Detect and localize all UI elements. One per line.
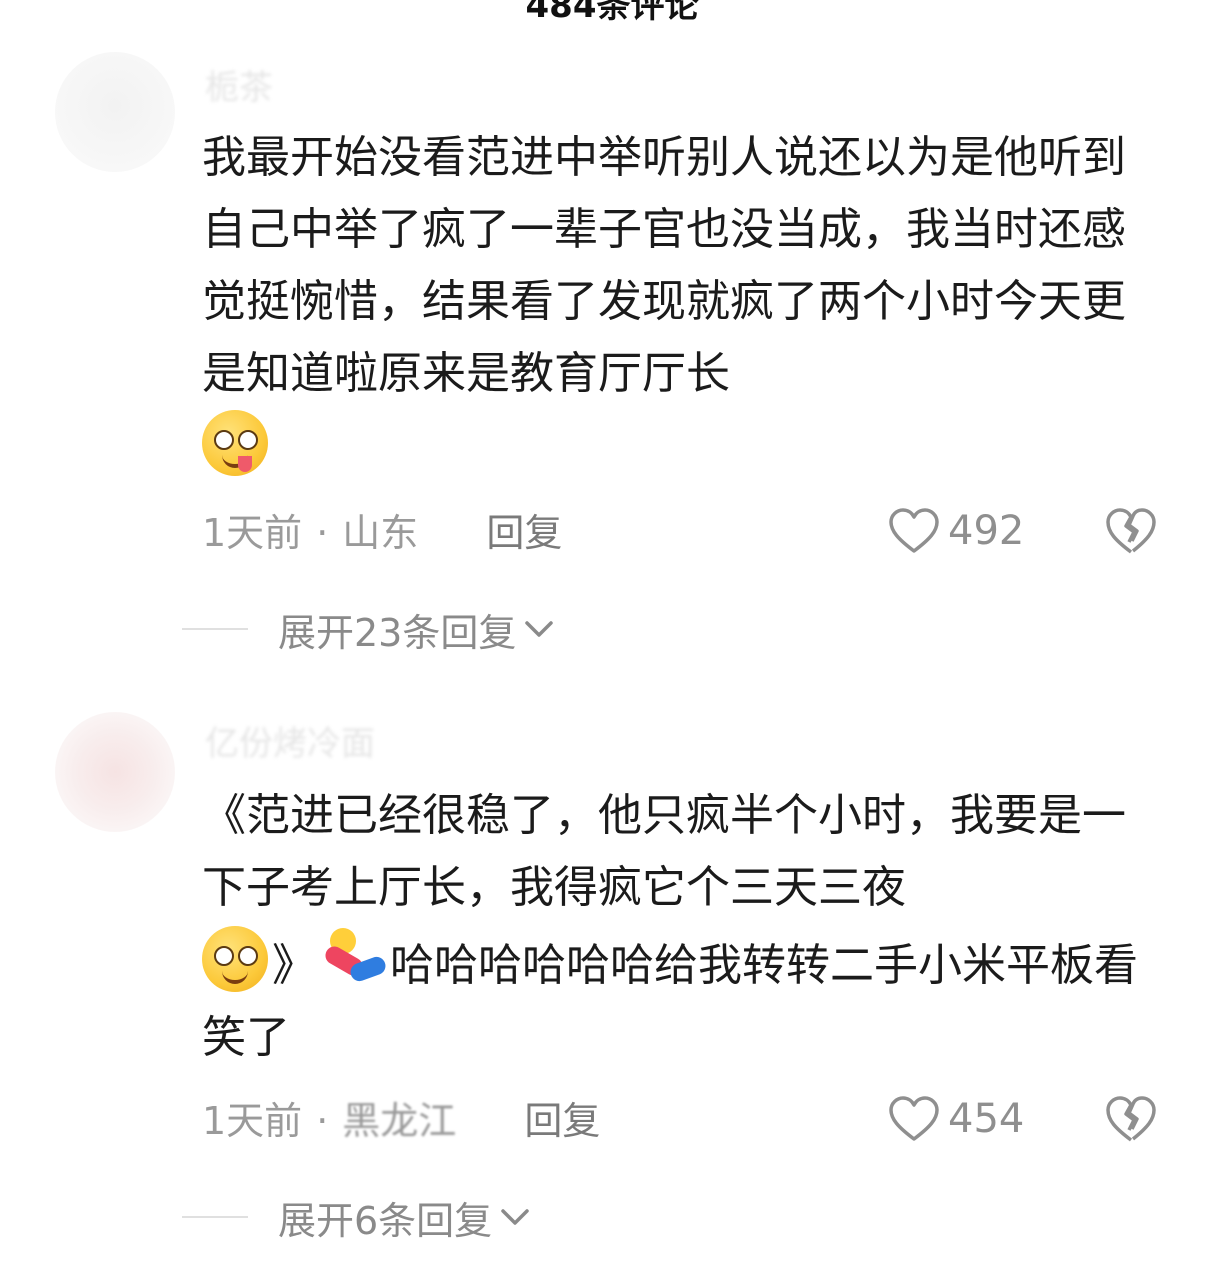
comment-text: 《范进已经很稳了，他只疯半个小时，我要是一下子考上厅长，我得疯它个三天三夜 》 … [202,780,1162,1074]
divider [182,1216,248,1218]
comments-count-title: 484条评论 [525,0,699,26]
reply-button[interactable]: 回复 [524,1099,600,1143]
comment-text: 我最开始没看范进中举听别人说还以为是他听到自己中举了疯了一辈子官也没当成，我当时… [202,122,1162,486]
expand-replies-label: 展开23条回复 [278,610,517,655]
comment-time: 1天前 [202,511,303,555]
heart-icon [889,1096,939,1141]
expand-replies-button[interactable]: 展开6条回复 [182,1192,530,1243]
expand-replies-button[interactable]: 展开23条回复 [182,604,554,655]
comment-meta: 1天前 · 山东 回复 [202,508,562,558]
divider [182,628,248,630]
broken-heart-icon[interactable] [1104,1092,1158,1146]
rolling-laugh-emoji [316,924,390,990]
comment-text-part2: 》 [272,940,316,991]
comment-text-content: 我最开始没看范进中举听别人说还以为是他听到自己中举了疯了一辈子官也没当成，我当时… [202,132,1126,399]
chevron-down-icon [501,1209,529,1225]
smile-emoji [202,926,268,992]
comment-region: 黑龙江 [342,1099,457,1143]
broken-heart-icon[interactable] [1104,504,1158,558]
avatar[interactable] [55,712,175,832]
like-button[interactable]: 492 [888,504,1024,558]
like-count: 454 [948,1096,1025,1142]
meta-separator: · [316,1099,329,1143]
comment-meta: 1天前 · 黑龙江 回复 [202,1096,600,1146]
comment-username[interactable]: 栀茶 [205,60,273,109]
reply-button[interactable]: 回复 [486,511,562,555]
heart-icon [889,508,939,553]
like-count: 492 [948,508,1025,554]
expand-replies-label: 展开6条回复 [278,1198,493,1243]
comment-username[interactable]: 亿份烤冷面 [205,716,375,765]
comment-text-part1: 《范进已经很稳了，他只疯半个小时，我要是一下子考上厅长，我得疯它个三天三夜 [202,790,1126,913]
meta-separator: · [316,511,329,555]
like-button[interactable]: 454 [888,1092,1024,1146]
avatar[interactable] [55,52,175,172]
chevron-down-icon [525,621,554,637]
comment-region: 山东 [342,511,419,555]
comment-time: 1天前 [202,1099,303,1143]
money-eyes-emoji [202,410,268,476]
